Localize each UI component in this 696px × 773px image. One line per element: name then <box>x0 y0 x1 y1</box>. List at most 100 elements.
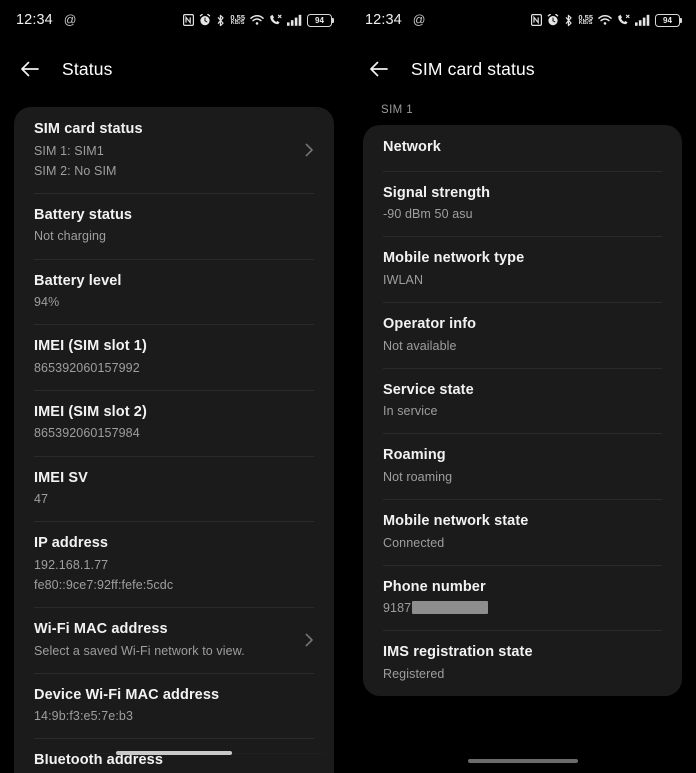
status-bar-clock: 12:34 <box>365 12 402 28</box>
chevron-right-icon <box>300 141 318 159</box>
list-item-title: Phone number <box>383 578 486 595</box>
redaction-bar <box>412 601 489 615</box>
list-item[interactable]: Mobile network state Connected <box>363 499 682 565</box>
bluetooth-icon <box>216 14 225 27</box>
list-item-title: Battery level <box>34 272 122 289</box>
status-bar-clock: 12:34 <box>16 12 53 28</box>
list-item-subtitle: 192.168.1.77 <box>34 557 109 572</box>
sim-section-label: SIM 1 <box>381 104 414 116</box>
list-item-subtitle: 47 <box>34 492 49 507</box>
bluetooth-icon <box>564 14 573 27</box>
list-item[interactable]: Signal strength -90 dBm 50 asu <box>363 170 682 237</box>
list-item[interactable]: IMEI (SIM slot 1) 865392060157992 <box>14 324 334 390</box>
list-item-subtitle: Not charging <box>34 229 107 244</box>
wifi-icon <box>250 14 264 26</box>
list-item[interactable]: Mobile network type IWLAN <box>363 236 682 302</box>
page-title: SIM card status <box>411 58 535 79</box>
back-arrow-icon[interactable] <box>367 57 391 81</box>
list-item-subtitle: Not roaming <box>383 469 453 484</box>
status-list-card: SIM card status SIM 1: SIM1 SIM 2: No SIM B… <box>14 107 334 773</box>
list-item[interactable]: Phone number 9187 <box>363 564 682 631</box>
list-item[interactable]: Network <box>363 125 682 171</box>
data-speed-indicator: 0.55 KB/S <box>578 13 593 27</box>
list-item-title: Roaming <box>383 447 446 464</box>
list-item[interactable]: IMEI SV 47 <box>14 455 334 522</box>
list-item-title: Network <box>383 139 441 155</box>
list-item-title: Device Wi-Fi MAC address <box>34 686 220 703</box>
status-bar-left: 12:34 @ 0.55 KB/S 94 <box>0 0 348 40</box>
alarm-icon <box>547 14 559 26</box>
status-bar-left-group: 12:34 @ <box>16 12 77 28</box>
list-item-title: Battery status <box>34 206 133 223</box>
list-item-subtitle: Connected <box>383 535 445 550</box>
alarm-icon <box>199 14 211 26</box>
list-item-subtitle: -90 dBm 50 asu <box>383 207 473 222</box>
signal-bars-icon <box>287 14 302 26</box>
list-item-subtitle: 865392060157984 <box>34 426 140 441</box>
battery-percent-label: 94 <box>315 15 324 25</box>
list-item-subtitle: IWLAN <box>383 272 424 287</box>
status-bar-left-group: 12:34 @ <box>365 12 426 28</box>
list-item-subtitle: SIM 2: No SIM <box>34 163 117 178</box>
list-item-subtitle: 94% <box>34 295 60 310</box>
list-item[interactable]: IMS registration state Registered <box>363 630 682 696</box>
app-bar-right: SIM card status <box>349 40 696 98</box>
list-item-title: Mobile network state <box>383 513 529 529</box>
list-item[interactable]: Battery status Not charging <box>14 192 334 259</box>
list-item[interactable]: Battery level 94% <box>14 258 334 325</box>
list-item[interactable]: IP address192.168.1.77fe80::9ce7:92ff:fe… <box>14 521 334 607</box>
list-item[interactable]: Device Wi-Fi MAC address 14:9b:f3:e5:7e:b… <box>14 672 334 739</box>
list-item-title: Mobile network type <box>383 250 525 267</box>
data-speed-unit: KB/S <box>578 20 593 26</box>
list-item-title: Service state <box>383 381 474 398</box>
data-speed-indicator: 0.55 KB/S <box>230 13 245 27</box>
battery-icon: 94 <box>307 13 334 27</box>
list-item-title: IMS registration state <box>383 644 533 661</box>
list-item-subtitle: 9187 <box>383 599 662 617</box>
status-bar-right-group: 0.55 KB/S 94 <box>531 13 682 27</box>
list-item-title: IP address <box>34 535 109 552</box>
right-phone-screen: 12:34 @ 0.55 KB/S 94 SIM card status SIM… <box>348 0 696 773</box>
list-item-title: IMEI SV <box>34 469 88 486</box>
list-item[interactable]: Roaming Not roaming <box>363 433 682 499</box>
list-item[interactable]: Operator info Not available <box>363 301 682 368</box>
status-bar-right: 12:34 @ 0.55 KB/S 94 <box>349 0 696 40</box>
battery-percent-label: 94 <box>663 15 672 25</box>
wifi-icon <box>598 14 612 26</box>
call-icon <box>617 14 630 26</box>
list-item-subtitle: Not available <box>383 338 457 353</box>
list-item-subtitle: Select a saved Wi-Fi network to view. <box>34 643 245 658</box>
back-arrow-icon[interactable] <box>18 57 42 81</box>
list-item-subtitle: 865392060157992 <box>34 360 140 375</box>
nfc-icon <box>183 14 195 26</box>
list-item-title: Signal strength <box>383 184 491 201</box>
at-icon: @ <box>63 13 77 27</box>
dual-screenshot-container: 12:34 @ 0.55 KB/S 94 Status SIM card sta… <box>0 0 696 773</box>
at-icon: @ <box>412 13 426 27</box>
chevron-right-icon <box>300 631 318 649</box>
list-item-subtitle: Registered <box>383 666 445 681</box>
status-bar-right-group: 0.55 KB/S 94 <box>183 13 334 27</box>
battery-icon: 94 <box>655 13 682 27</box>
list-item[interactable]: SIM card status SIM 1: SIM1 SIM 2: No SIM <box>14 107 334 193</box>
list-item-subtitle: fe80::9ce7:92ff:fefe:5cdc <box>34 577 174 592</box>
gesture-bar[interactable] <box>116 751 232 755</box>
list-item-subtitle: SIM 1: SIM1 <box>34 143 104 158</box>
sim-status-list-card: Network Signal strength -90 dBm 50 asu Mobi… <box>363 125 682 697</box>
list-item[interactable]: Wi-Fi MAC address Select a saved Wi-Fi ne… <box>14 607 334 673</box>
list-item-title: Wi-Fi MAC address <box>34 621 168 638</box>
signal-bars-icon <box>635 14 650 26</box>
app-bar-left: Status <box>0 40 348 98</box>
list-item-subtitle: 14:9b:f3:e5:7e:b3 <box>34 709 134 724</box>
list-item-title: Operator info <box>383 315 477 332</box>
list-item[interactable]: Bluetooth address14:9b:f3:e5:7e:b2 <box>14 738 334 773</box>
list-item-subtitle: In service <box>383 404 438 419</box>
list-item[interactable]: Service state In service <box>363 367 682 434</box>
data-speed-unit: KB/S <box>230 20 245 26</box>
call-icon <box>269 14 282 26</box>
gesture-bar[interactable] <box>467 759 578 763</box>
nfc-icon <box>531 14 543 26</box>
list-item-title: IMEI (SIM slot 1) <box>34 338 147 355</box>
list-item[interactable]: IMEI (SIM slot 2) 865392060157984 <box>14 389 334 456</box>
left-phone-screen: 12:34 @ 0.55 KB/S 94 Status SIM card sta… <box>0 0 348 773</box>
